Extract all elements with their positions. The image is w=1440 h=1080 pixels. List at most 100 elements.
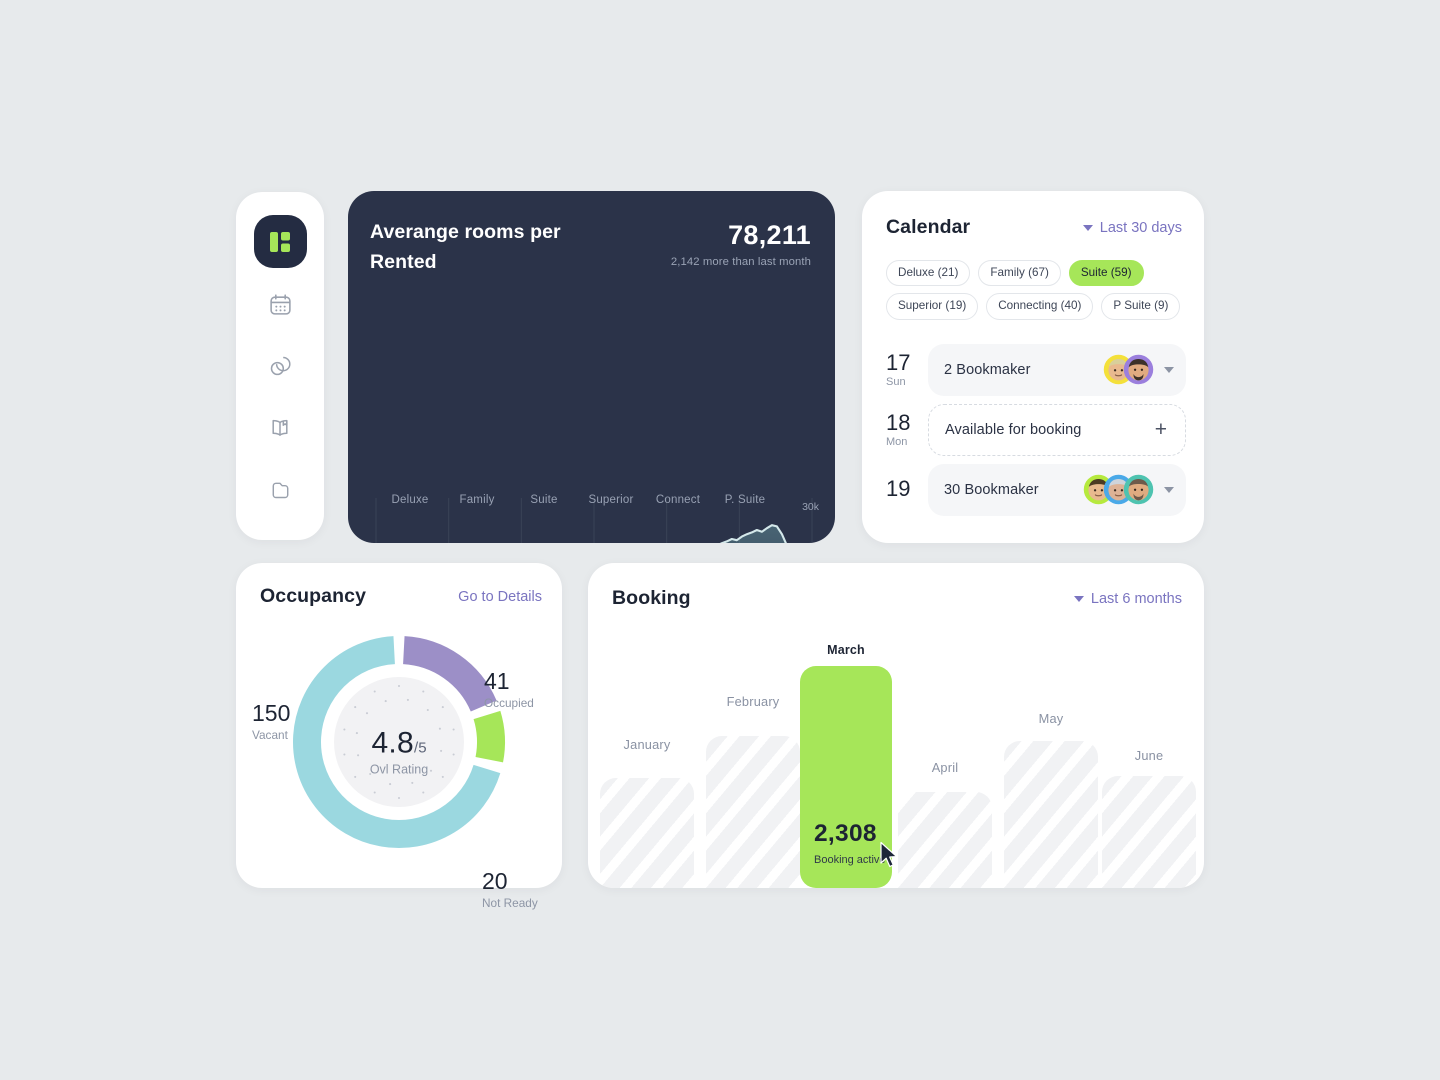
x-axis-tick-psuite: P. Suite	[724, 494, 766, 506]
sidebar-item-guide[interactable]	[254, 402, 306, 454]
calendar-day-list: 17 Sun 2 Bookmaker 18 Mon Available for …	[862, 320, 1204, 516]
calendar-card: Calendar Last 30 days Deluxe (21) Family…	[862, 191, 1204, 543]
bar-label-april: April	[931, 760, 959, 775]
donut-arc-not-ready[interactable]	[473, 710, 505, 763]
rooms-rented-card: Averange rooms per Rented 78,211 2,142 m…	[348, 191, 835, 543]
calendar-title: Calendar	[886, 216, 971, 238]
rating-caption: Ovl Rating	[369, 762, 429, 776]
calendar-icon	[269, 293, 291, 315]
bar-april[interactable]	[898, 792, 992, 888]
sidebar-item-messages[interactable]	[254, 340, 306, 392]
dashboard-root: Averange rooms per Rented 78,211 2,142 m…	[0, 0, 1440, 1080]
donut-dot	[373, 690, 376, 693]
donut-dot	[411, 781, 414, 784]
bar-march-caption: Booking active	[814, 854, 886, 866]
chevron-down-icon	[1082, 224, 1093, 231]
occupancy-card: Occupancy Go to Details 4.8/5 Ovl Rating…	[236, 563, 562, 910]
bar-february[interactable]	[706, 736, 800, 888]
chat-icon	[270, 356, 291, 376]
donut-dot	[389, 783, 392, 786]
bar-june[interactable]	[1102, 776, 1196, 888]
chip-p-suite[interactable]: P Suite (9)	[1101, 293, 1181, 320]
chip-deluxe[interactable]: Deluxe (21)	[886, 260, 971, 287]
calendar-range-picker[interactable]: Last 30 days	[1082, 219, 1182, 236]
dashboard-logo[interactable]	[253, 215, 307, 268]
sidebar-item-calendar[interactable]	[254, 278, 306, 330]
avatar	[1123, 475, 1154, 505]
available-slot-18[interactable]: Available for booking +	[928, 403, 1186, 456]
donut-dot	[354, 706, 357, 709]
mouse-cursor	[880, 841, 898, 868]
donut-dot	[406, 698, 409, 701]
booking-bar-chart: 2,308 Booking active January February Ma…	[588, 563, 1204, 888]
donut-dot	[426, 708, 429, 712]
go-to-details-link[interactable]: Go to Details	[458, 589, 542, 605]
bar-label-january: January	[623, 737, 671, 752]
day-weekday: Mon	[886, 436, 908, 449]
available-slot-label: Available for booking	[945, 421, 1082, 438]
folder-icon	[272, 482, 288, 498]
booking-entry-label: 2 Bookmaker	[944, 361, 1031, 378]
calendar-row-17[interactable]: 17 Sun 2 Bookmaker	[886, 343, 1186, 396]
chip-family[interactable]: Family (67)	[978, 260, 1061, 287]
add-booking-icon[interactable]: +	[1155, 419, 1173, 440]
bar-label-february: February	[726, 694, 780, 709]
donut-dot	[422, 690, 425, 693]
booking-entry-19[interactable]: 30 Bookmaker	[928, 463, 1186, 516]
day-19: 19	[886, 477, 916, 502]
avatar-group[interactable]	[1083, 474, 1154, 505]
room-type-filter-chips: Deluxe (21) Family (67) Suite (59) Super…	[862, 239, 1204, 320]
bar-label-march: March	[827, 643, 865, 657]
sidebar	[236, 192, 324, 540]
day-number: 18	[886, 410, 911, 436]
avatar-group[interactable]	[1103, 354, 1154, 385]
rating-line: 4.8/5	[329, 727, 469, 759]
day-number: 17	[886, 350, 911, 376]
avatar	[1123, 355, 1154, 385]
chip-suite[interactable]: Suite (59)	[1068, 260, 1144, 287]
rating-value: 4.8	[371, 726, 415, 759]
donut-dot	[384, 700, 387, 703]
y-axis-tick-30k: 30k	[802, 501, 819, 513]
calendar-range-label: Last 30 days	[1099, 219, 1182, 236]
calendar-row-18[interactable]: 18 Mon Available for booking +	[886, 403, 1186, 456]
book-icon	[272, 419, 288, 436]
donut-dot	[441, 775, 444, 778]
occupancy-rating: 4.8/5 Ovl Rating	[329, 727, 469, 777]
occupancy-title: Occupancy	[260, 585, 367, 607]
donut-dot	[354, 775, 357, 778]
chip-superior[interactable]: Superior (19)	[886, 293, 979, 320]
stat-not-ready: 20 Not Ready	[482, 868, 538, 911]
stat-value: 150	[252, 700, 291, 726]
stat-label: Not Ready	[482, 896, 538, 910]
booking-entry-right	[1083, 474, 1174, 505]
bar-label-june: June	[1134, 748, 1164, 763]
chip-connecting[interactable]: Connecting (40)	[986, 293, 1094, 320]
booking-entry-label: 30 Bookmaker	[944, 481, 1039, 498]
day-18: 18 Mon	[886, 410, 916, 449]
calendar-header: Calendar Last 30 days	[862, 191, 1204, 239]
booking-entry-17[interactable]: 2 Bookmaker	[928, 343, 1186, 396]
stat-vacant: 150 Vacant	[252, 700, 291, 743]
day-17: 17 Sun	[886, 350, 916, 389]
booking-entry-right	[1103, 354, 1174, 385]
donut-dot	[365, 712, 369, 715]
chevron-down-icon[interactable]	[1164, 486, 1174, 493]
bar-january[interactable]	[600, 778, 694, 888]
occupancy-header: Occupancy Go to Details	[236, 563, 562, 608]
dashboard-logo-icon	[270, 231, 290, 252]
stat-label: Occupied	[484, 696, 534, 710]
sidebar-item-files[interactable]	[254, 464, 306, 516]
chevron-down-icon[interactable]	[1164, 366, 1174, 373]
day-number: 19	[886, 476, 911, 502]
bar-may[interactable]	[1004, 741, 1098, 888]
calendar-row-19[interactable]: 19 30 Bookmaker	[886, 463, 1186, 516]
stat-value: 20	[482, 868, 508, 894]
donut-dot	[373, 791, 376, 794]
booking-card: Booking Last 6 months 2,308 Booking acti…	[588, 563, 1204, 888]
donut-dot	[422, 791, 425, 794]
donut-dot	[397, 796, 401, 800]
day-weekday: Sun	[886, 376, 906, 389]
bar-label-may: May	[1038, 711, 1064, 726]
donut-dot	[441, 706, 444, 709]
